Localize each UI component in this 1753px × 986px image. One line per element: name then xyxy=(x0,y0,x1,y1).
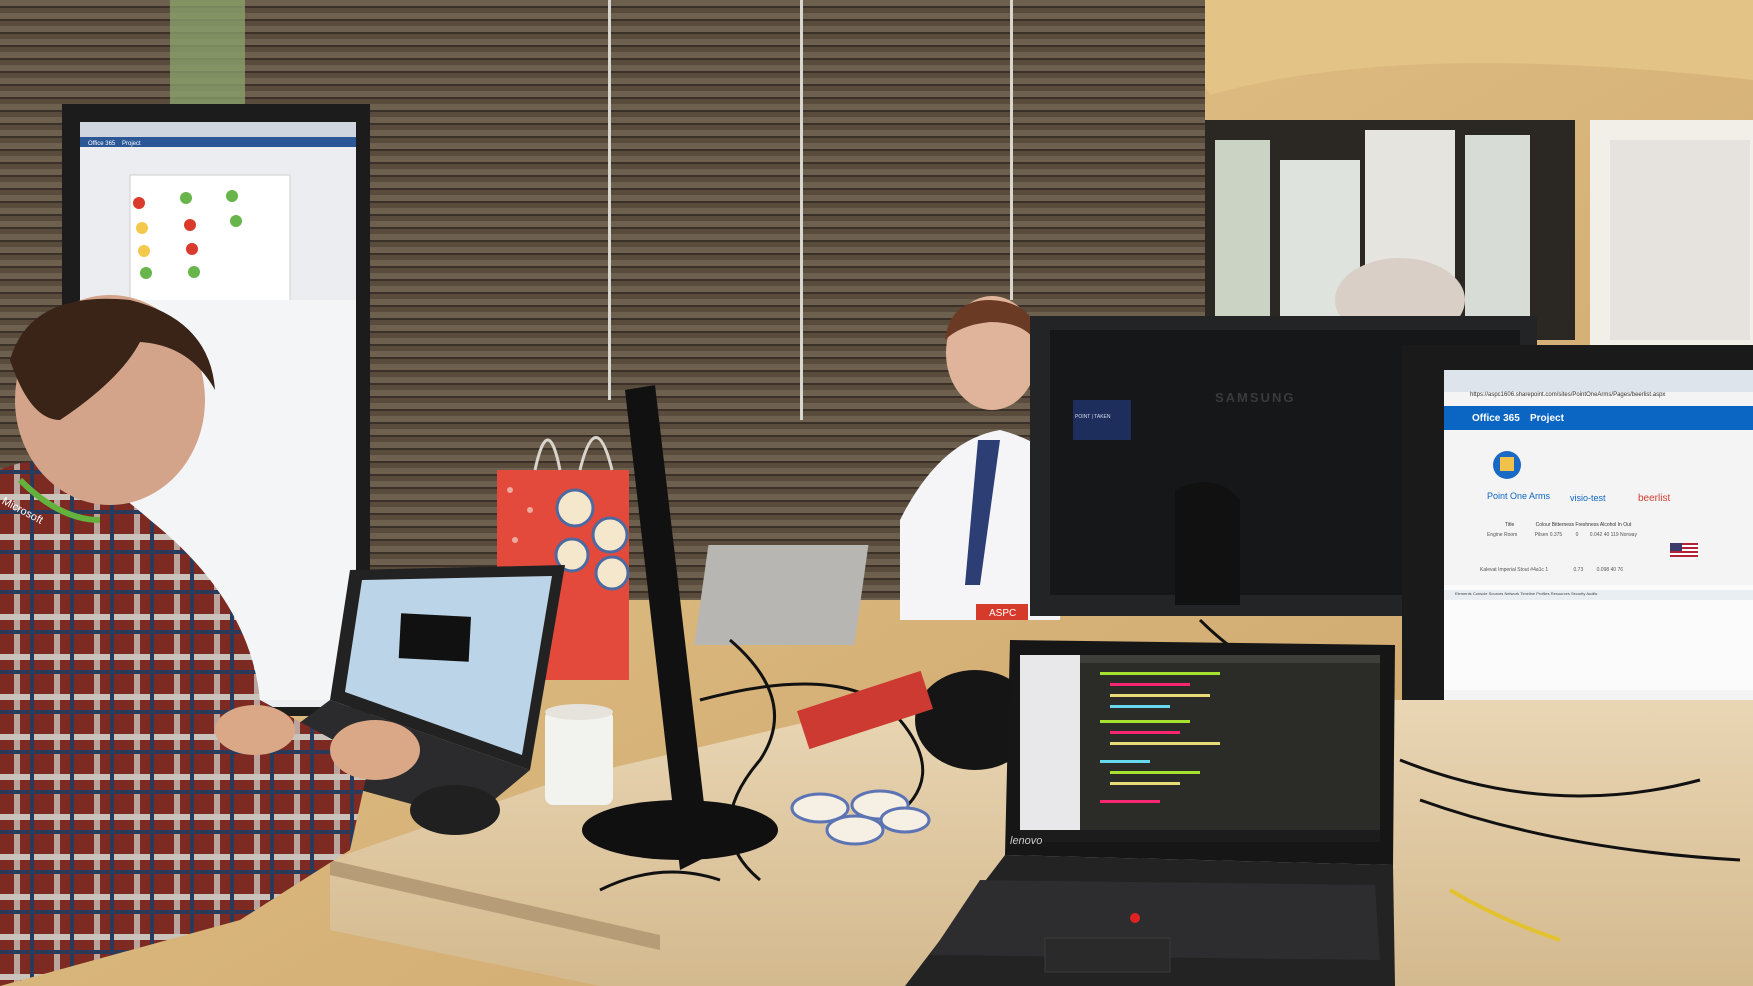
us-flag-icon xyxy=(1670,543,1698,557)
site-nav-beerlist: beerlist xyxy=(1638,493,1671,504)
devtools-tabs: Elements Console Sources Network Timelin… xyxy=(1455,591,1598,596)
beer-table-header: Title Colour Bitterness Freshness Alcoho… xyxy=(1505,522,1632,528)
office-hackathon-photo: Office 365 Project ASPC SAMSUNG POINT | … xyxy=(0,0,1753,986)
vertical-screen-label-2: Project xyxy=(122,141,141,147)
mouse xyxy=(410,785,500,835)
site-nav-home: Point One Arms xyxy=(1487,491,1551,501)
samsung-brand: SAMSUNG xyxy=(1215,390,1296,405)
coffee-mug xyxy=(545,710,613,805)
beer-table-row-2: Kalevat Imperial Stout #4a1c 1 0.73 0.09… xyxy=(1480,567,1624,573)
suite-bar-app: Office 365 xyxy=(1472,413,1520,424)
silver-laptop xyxy=(694,545,869,645)
point-taken-sticker: POINT | TAKEN xyxy=(1075,414,1111,420)
vertical-screen-label-1: Office 365 xyxy=(88,141,116,147)
suite-bar-section: Project xyxy=(1530,413,1564,424)
beer-table-row-1: Engine Room Pilsen 0.375 0 0.042 40 119 … xyxy=(1487,532,1637,538)
browser-url: https://aspc1606.sharepoint.com/sites/Po… xyxy=(1470,392,1666,398)
aspc-tag: ASPC xyxy=(989,608,1016,619)
site-nav-visio: visio-test xyxy=(1570,493,1606,503)
lenovo-logo: lenovo xyxy=(1010,835,1043,847)
blind-cord xyxy=(608,0,611,400)
